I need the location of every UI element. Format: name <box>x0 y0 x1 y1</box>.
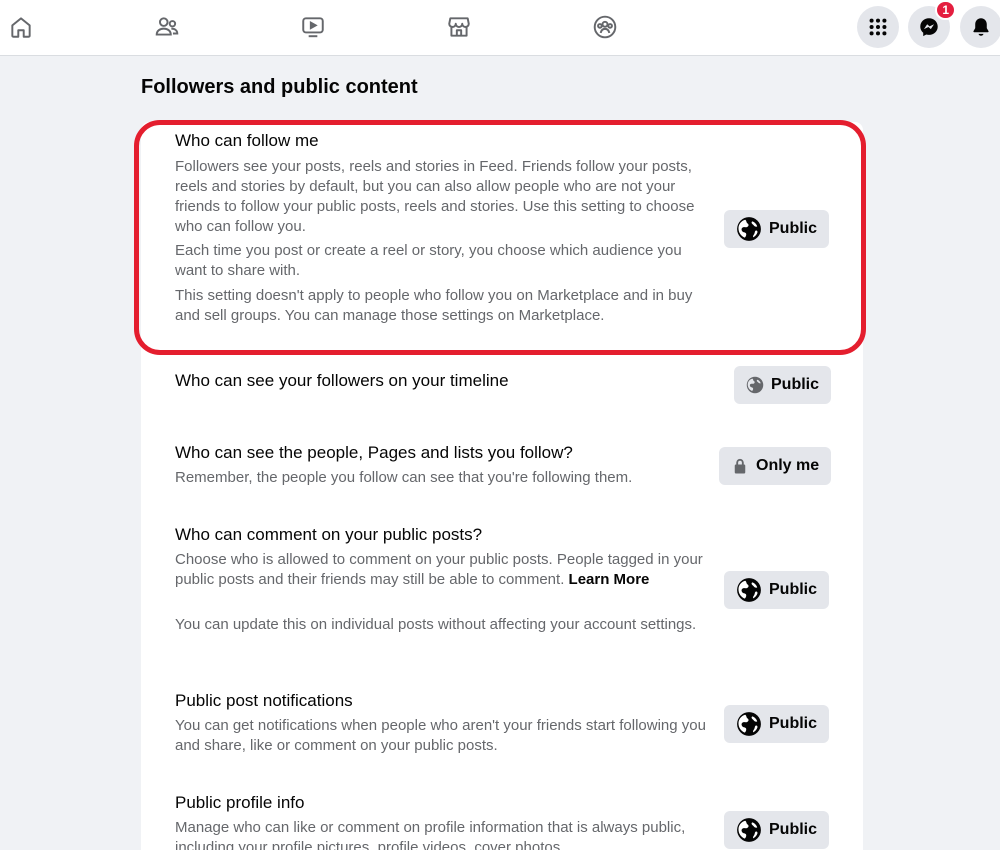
setting-title-public-comments: Who can comment on your public posts? <box>175 525 483 544</box>
messenger-icon <box>918 16 940 38</box>
setting-desc-public-comments-1: Choose who is allowed to comment on your… <box>175 551 703 588</box>
video-icon[interactable] <box>298 12 328 42</box>
notifications-button[interactable] <box>960 6 1000 48</box>
public-notifications-audience-button[interactable]: Public <box>724 705 830 743</box>
bell-icon <box>970 16 992 38</box>
messenger-button[interactable]: 1 <box>908 0 956 48</box>
public-comments-audience-button[interactable]: Public <box>724 571 830 609</box>
setting-title-followers-timeline: Who can see your followers on your timel… <box>175 371 509 390</box>
people-you-follow-audience-button[interactable]: Only me <box>719 447 832 485</box>
globe-icon <box>736 817 762 843</box>
setting-title-people-you-follow: Who can see the people, Pages and lists … <box>175 443 573 462</box>
messenger-badge: 1 <box>935 0 956 20</box>
setting-desc-public-notifications: You can get notifications when people wh… <box>175 717 706 754</box>
setting-title-public-notifications: Public post notifications <box>175 691 353 710</box>
setting-desc-public-profile-info: Manage who can like or comment on profil… <box>175 819 686 850</box>
setting-desc-who-can-follow-2: Each time you post or create a reel or s… <box>175 242 682 279</box>
globe-icon <box>746 376 764 394</box>
grid-menu-icon <box>867 16 889 38</box>
setting-title-who-can-follow: Who can follow me <box>175 131 319 150</box>
followers-timeline-audience-label: Public <box>771 376 820 393</box>
top-navigation-bar: 1 <box>0 0 1000 56</box>
people-you-follow-audience-label: Only me <box>756 457 820 474</box>
public-profile-info-audience-button[interactable]: Public <box>724 811 830 849</box>
globe-icon <box>736 216 762 242</box>
public-comments-audience-label: Public <box>769 581 818 598</box>
menu-button[interactable] <box>857 6 899 48</box>
page-title: Followers and public content <box>141 76 418 98</box>
followers-timeline-audience-button[interactable]: Public <box>734 366 832 404</box>
setting-desc-people-you-follow: Remember, the people you follow can see … <box>175 469 633 486</box>
who-can-follow-audience-button[interactable]: Public <box>724 210 830 248</box>
globe-icon <box>736 577 762 603</box>
marketplace-icon[interactable] <box>444 12 474 42</box>
globe-icon <box>736 711 762 737</box>
groups-icon[interactable] <box>590 12 620 42</box>
learn-more-link[interactable]: Learn More <box>569 571 650 588</box>
lock-icon <box>731 457 749 475</box>
home-icon[interactable] <box>6 12 36 42</box>
public-profile-info-audience-label: Public <box>769 821 818 838</box>
setting-title-public-profile-info: Public profile info <box>175 793 305 812</box>
who-can-follow-audience-label: Public <box>769 220 818 237</box>
setting-desc-who-can-follow-3: This setting doesn't apply to people who… <box>175 287 693 324</box>
public-notifications-audience-label: Public <box>769 715 818 732</box>
setting-desc-public-comments-2: You can update this on individual posts … <box>175 616 697 633</box>
setting-desc-who-can-follow-1: Followers see your posts, reels and stor… <box>175 158 695 235</box>
friends-icon[interactable] <box>152 12 182 42</box>
